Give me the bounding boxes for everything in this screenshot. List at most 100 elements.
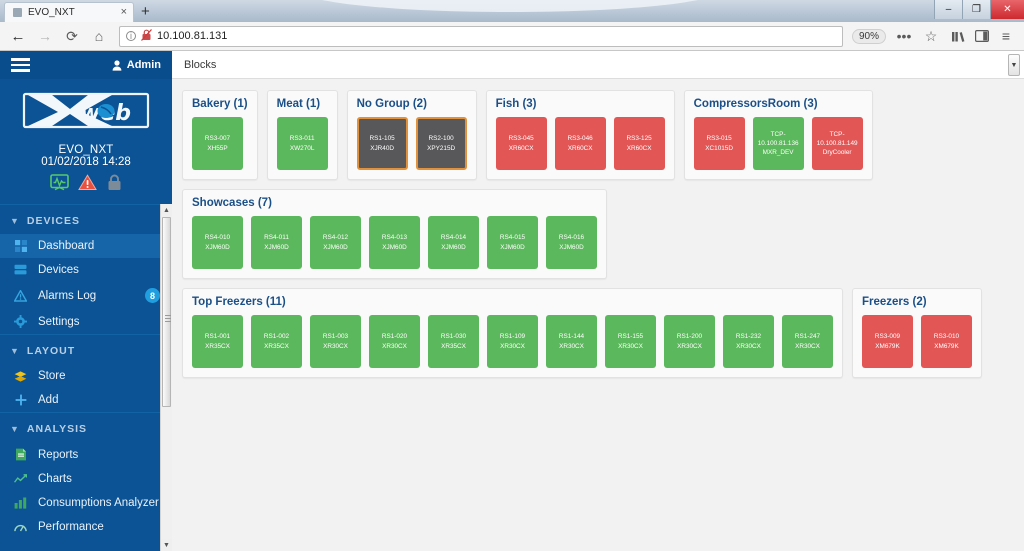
device-tile[interactable]: RS1-105 XJR40D: [356, 117, 408, 170]
sidebar-item-alarms-log[interactable]: Alarms Log 8: [0, 282, 172, 309]
library-icon[interactable]: [947, 25, 969, 47]
new-tab-button[interactable]: +: [134, 2, 157, 22]
user-name: Admin: [126, 59, 161, 71]
device-tile[interactable]: RS3-045 XR60CX: [495, 117, 547, 170]
device-tile[interactable]: RS3-046 XR60CX: [554, 117, 606, 170]
scrollbar-thumb[interactable]: [162, 217, 171, 407]
reload-icon[interactable]: ⟳: [61, 25, 83, 47]
device-tile[interactable]: RS1-001 XR35CX: [192, 315, 243, 368]
device-id: RS1-105: [369, 135, 395, 143]
device-datetime: 01/02/2018 14:28: [41, 156, 131, 168]
sidebar-toggle-icon[interactable]: [971, 25, 993, 47]
sidebar-item-label: Performance: [38, 521, 104, 533]
sidebar-item-add[interactable]: Add: [0, 388, 172, 412]
back-icon[interactable]: ←: [7, 25, 29, 47]
blocks-label: Blocks: [184, 58, 217, 71]
sidebar-section-layout[interactable]: ▼ LAYOUT: [0, 334, 172, 364]
device-model: XR30CX: [382, 342, 407, 350]
device-model: XR35CX: [264, 342, 289, 350]
device-tile[interactable]: RS4-010 XJM60D: [192, 216, 243, 269]
dashboard-canvas: Bakery (1) RS3-007 XH55P Meat (1) RS3-011 XW2…: [172, 79, 1024, 551]
sidebar-menu-icon[interactable]: [11, 58, 30, 72]
device-tile[interactable]: RS4-016 XJM60D: [546, 216, 597, 269]
device-group: No Group (2) RS1-105 XJR40D RS2-100 XPY215D: [346, 90, 477, 180]
sidebar-item-store[interactable]: Store: [0, 364, 172, 388]
device-model: MXR_DEV: [762, 149, 794, 157]
sidebar-item-reports[interactable]: Reports: [0, 442, 172, 467]
sidebar-item-consumptions-analyzer[interactable]: Consumptions Analyzer: [0, 491, 172, 515]
device-tile[interactable]: RS1-020 XR30CX: [369, 315, 420, 368]
blocks-dropdown-arrow[interactable]: ▼: [1008, 54, 1020, 76]
device-tile[interactable]: RS1-109 XR30CX: [487, 315, 538, 368]
devices-icon: [14, 264, 27, 276]
app-menu-icon[interactable]: ≡: [995, 25, 1017, 47]
device-tile[interactable]: RS1-200 XR30CX: [664, 315, 715, 368]
site-info-icon[interactable]: i: [126, 31, 136, 41]
device-tile[interactable]: RS1-002 XR35CX: [251, 315, 302, 368]
device-id: RS1-002: [263, 333, 290, 341]
forward-icon[interactable]: →: [34, 25, 56, 47]
device-tile[interactable]: RS3-015 XC1015D: [693, 117, 745, 170]
sidebar-item-label: Devices: [38, 264, 79, 276]
sidebar-item-devices[interactable]: Devices: [0, 258, 172, 282]
device-tile[interactable]: RS1-247 XR30CX: [782, 315, 833, 368]
home-icon[interactable]: ⌂: [88, 25, 110, 47]
device-tile[interactable]: RS4-011 XJM60D: [251, 216, 302, 269]
device-id: RS3-011: [289, 135, 315, 143]
sidebar-item-performance[interactable]: Performance: [0, 515, 172, 539]
minimize-button[interactable]: –: [934, 0, 962, 19]
browser-tab[interactable]: EVO_NXT ×: [4, 2, 134, 22]
device-tile[interactable]: RS1-003 XR30CX: [310, 315, 361, 368]
bookmark-star-icon[interactable]: ☆: [920, 25, 942, 47]
alarm-warning-icon: [77, 174, 97, 190]
group-title: Fish (3): [495, 98, 537, 110]
tile-list: RS3-009 XM679K RS3-010 XM679K: [862, 315, 972, 368]
device-tile[interactable]: RS4-015 XJM60D: [487, 216, 538, 269]
zoom-level-badge[interactable]: 90%: [851, 28, 886, 44]
bars-icon: [14, 497, 27, 509]
device-model: XR30CX: [500, 342, 525, 350]
user-menu[interactable]: Admin: [112, 59, 161, 71]
device-model: XW270L: [289, 144, 315, 152]
scroll-up-arrow[interactable]: ▲: [161, 204, 172, 216]
device-tile[interactable]: RS1-144 XR30CX: [546, 315, 597, 368]
device-tile[interactable]: RS3-007 XH55P: [192, 117, 243, 170]
sidebar-section-label: DEVICES: [26, 215, 81, 227]
tile-list: RS1-001 XR35CX RS1-002 XR35CX RS1-003 XR30CX R…: [192, 315, 833, 368]
sidebar-scrollbar[interactable]: ▲ ▼: [160, 204, 172, 551]
group-title: Bakery (1): [192, 98, 248, 110]
tab-close-icon[interactable]: ×: [121, 7, 127, 18]
device-tile[interactable]: TCP-10.100.81.149 DryCooler: [811, 117, 863, 170]
restore-button[interactable]: ❐: [962, 0, 990, 19]
device-tile[interactable]: RS3-011 XW270L: [276, 117, 328, 170]
tile-list: RS4-010 XJM60D RS4-011 XJM60D RS4-012 XJM60D R…: [192, 216, 597, 269]
device-tile[interactable]: RS4-012 XJM60D: [310, 216, 361, 269]
sidebar-section-analysis[interactable]: ▼ ANALYSIS: [0, 412, 172, 442]
browser-right-icons: ≡: [947, 25, 1017, 47]
device-tile[interactable]: RS2-100 XPY215D: [415, 117, 467, 170]
blocks-header: Blocks ▼: [172, 51, 1024, 79]
device-tile[interactable]: RS4-014 XJM60D: [428, 216, 479, 269]
device-model: DryCooler: [822, 149, 852, 157]
sidebar-item-dashboard[interactable]: Dashboard: [0, 234, 172, 258]
scroll-down-arrow[interactable]: ▼: [161, 539, 172, 551]
address-bar[interactable]: i 10.100.81.131: [119, 25, 843, 47]
sidebar-item-settings[interactable]: Settings: [0, 309, 172, 334]
device-tile[interactable]: RS3-010 XM679K: [921, 315, 972, 368]
device-tile[interactable]: RS1-232 XR30CX: [723, 315, 774, 368]
page-actions-icon[interactable]: •••: [893, 25, 915, 47]
sidebar-section-devices[interactable]: ▼ DEVICES: [0, 204, 172, 234]
device-group: Top Freezers (11) RS1-001 XR35CX RS1-002 XR3…: [182, 288, 843, 378]
reports-icon: [14, 448, 27, 461]
group-title: No Group (2): [356, 98, 427, 110]
group-title: Top Freezers (11): [192, 296, 286, 308]
device-id: TCP-10.100.81.149: [816, 130, 858, 147]
close-button[interactable]: ✕: [990, 0, 1024, 19]
device-tile[interactable]: RS3-125 XR60CX: [613, 117, 665, 170]
device-tile[interactable]: RS3-009 XM679K: [862, 315, 913, 368]
device-tile[interactable]: RS4-013 XJM60D: [369, 216, 420, 269]
device-tile[interactable]: RS1-155 XR30CX: [605, 315, 656, 368]
device-tile[interactable]: TCP-10.100.81.136 MXR_DEV: [752, 117, 804, 170]
sidebar-item-charts[interactable]: Charts: [0, 467, 172, 491]
device-tile[interactable]: RS1-030 XR35CX: [428, 315, 479, 368]
